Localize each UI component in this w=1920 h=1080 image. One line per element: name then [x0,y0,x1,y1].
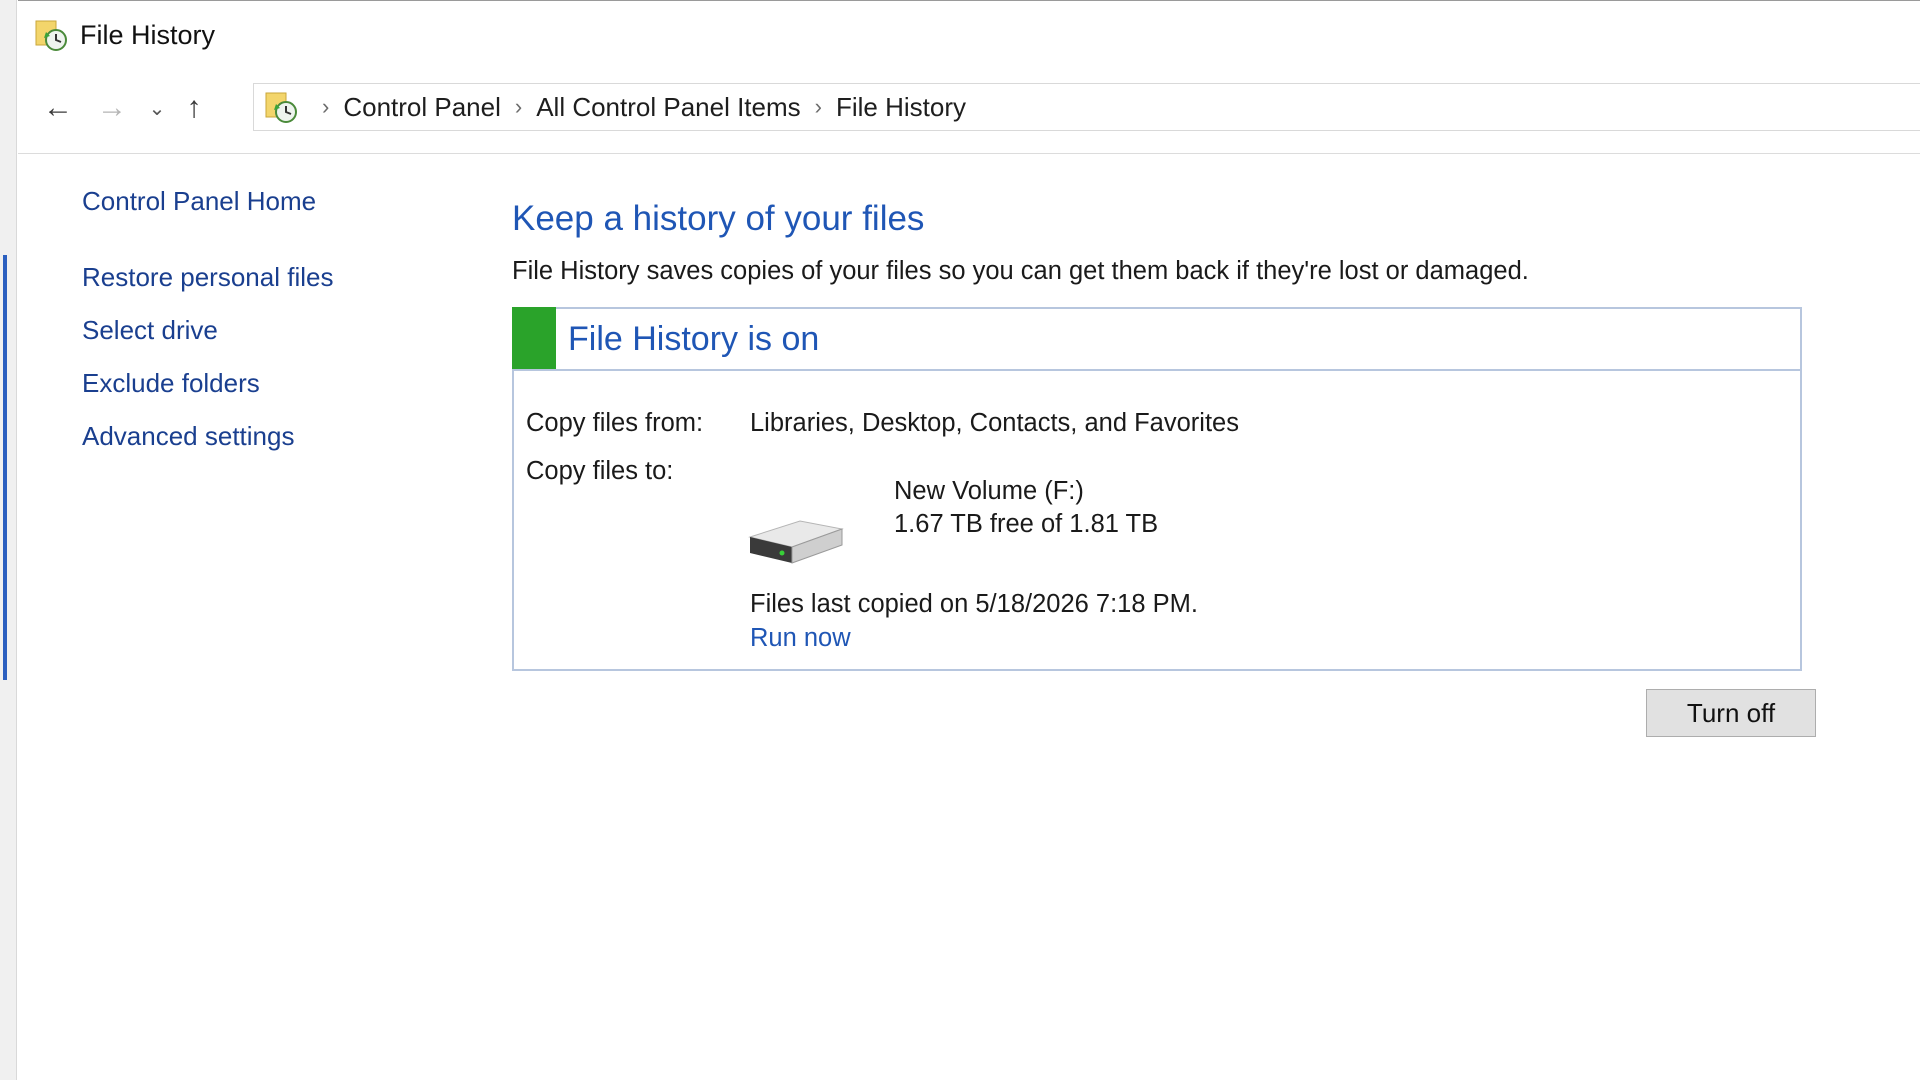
drive-name: New Volume (F:) [894,477,1084,505]
select-drive-link[interactable]: Select drive [82,315,333,346]
address-bar[interactable]: › Control Panel › All Control Panel Item… [253,83,1920,131]
restore-personal-files-link[interactable]: Restore personal files [82,262,333,293]
copy-from-value: Libraries, Desktop, Contacts, and Favori… [750,409,1239,437]
file-history-window: File History ← → ⌄ ↑ › Control Panel › A… [18,0,1920,1080]
status-header: File History is on [512,307,1800,371]
breadcrumb-file-history[interactable]: File History [836,92,966,123]
breadcrumb-all-items[interactable]: All Control Panel Items [536,92,800,123]
status-title: File History is on [568,319,820,358]
chevron-right-icon[interactable]: › [515,94,522,120]
file-history-icon [265,92,297,123]
sidebar: Control Panel Home Restore personal file… [82,186,333,474]
window-title: File History [80,19,216,50]
taskbar-accent [3,255,7,680]
chevron-down-icon[interactable]: ⌄ [142,86,172,130]
turn-off-button[interactable]: Turn off [1646,689,1816,737]
navigation-row: ← → ⌄ ↑ › Control Panel › All Control Pa… [18,83,1920,133]
chevron-right-icon[interactable]: › [815,94,822,120]
page-title: Keep a history of your files [512,199,925,238]
run-now-link[interactable]: Run now [750,624,851,653]
main-content: Keep a history of your files File Histor… [512,199,1822,286]
copy-to-label: Copy files to: [526,457,674,485]
exclude-folders-link[interactable]: Exclude folders [82,368,333,399]
breadcrumb-control-panel[interactable]: Control Panel [343,92,501,123]
last-copied-text: Files last copied on 5/18/2026 7:18 PM. [750,590,1198,618]
forward-arrow-icon[interactable]: → [90,86,134,130]
drive-space: 1.67 TB free of 1.81 TB [894,510,1159,538]
hard-drive-icon [748,520,844,564]
title-bar: File History [18,1,1920,69]
back-arrow-icon[interactable]: ← [36,86,80,130]
page-description: File History saves copies of your files … [512,257,1529,285]
header-divider [18,153,1920,154]
up-arrow-icon[interactable]: ↑ [172,86,216,130]
status-indicator [512,307,556,369]
control-panel-home-link[interactable]: Control Panel Home [82,186,333,217]
chevron-right-icon[interactable]: › [322,94,329,120]
copy-from-label: Copy files from: [526,409,704,437]
status-panel: File History is on Copy files from: Libr… [512,307,1802,671]
file-history-icon [35,20,67,51]
desktop-edge [0,0,17,1080]
advanced-settings-link[interactable]: Advanced settings [82,421,333,452]
